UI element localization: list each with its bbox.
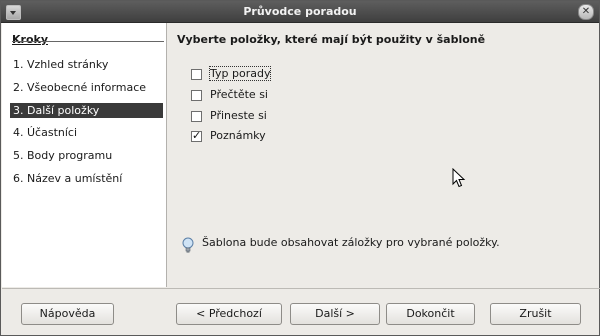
help-button[interactable]: Nápověda <box>21 303 114 325</box>
close-icon[interactable]: ✕ <box>578 4 594 20</box>
back-button[interactable]: < Předchozí <box>176 303 282 325</box>
step-attendees[interactable]: 4. Účastníci <box>10 125 163 140</box>
step-agenda-items[interactable]: 5. Body programu <box>10 148 163 163</box>
step-items-to-include[interactable]: 3. Další položky <box>10 103 163 118</box>
meeting-type-checkbox[interactable] <box>191 69 202 80</box>
main-panel: Vyberte položky, které mají být použity … <box>167 23 599 287</box>
step-page-design[interactable]: 1. Vzhled stránky <box>10 57 163 72</box>
please-bring-label[interactable]: Přineste si <box>210 109 267 122</box>
meeting-wizard-dialog: Průvodce poradou ✕ Kroky 1. Vzhled strán… <box>0 0 600 336</box>
cancel-button[interactable]: Zrušit <box>490 303 581 325</box>
step-name-and-location[interactable]: 6. Název a umístění <box>10 171 163 186</box>
meeting-type-label[interactable]: Typ porady <box>208 66 272 81</box>
window-title: Průvodce poradou <box>243 5 357 18</box>
next-button[interactable]: Další > <box>290 303 380 325</box>
finish-button[interactable]: Dokončit <box>386 303 475 325</box>
notes-label[interactable]: Poznámky <box>210 129 266 142</box>
lightbulb-icon <box>182 237 194 253</box>
title-bar[interactable]: Průvodce poradou ✕ <box>1 1 599 23</box>
please-bring-checkbox[interactable] <box>191 111 202 122</box>
page-heading: Vyberte položky, které mají být použity … <box>177 33 486 46</box>
please-read-checkbox[interactable] <box>191 90 202 101</box>
steps-sidebar: Kroky 1. Vzhled stránky 2. Všeobecné inf… <box>2 23 167 287</box>
step-general-information[interactable]: 2. Všeobecné informace <box>10 80 163 95</box>
notes-checkbox[interactable] <box>191 129 202 142</box>
footer-divider <box>2 288 600 289</box>
steps-title: Kroky <box>12 33 48 46</box>
steps-divider <box>12 41 164 42</box>
mouse-cursor <box>452 168 466 188</box>
hint-text: Šablona bude obsahovat záložky pro vybra… <box>202 236 500 249</box>
please-read-label[interactable]: Přečtěte si <box>210 88 268 101</box>
